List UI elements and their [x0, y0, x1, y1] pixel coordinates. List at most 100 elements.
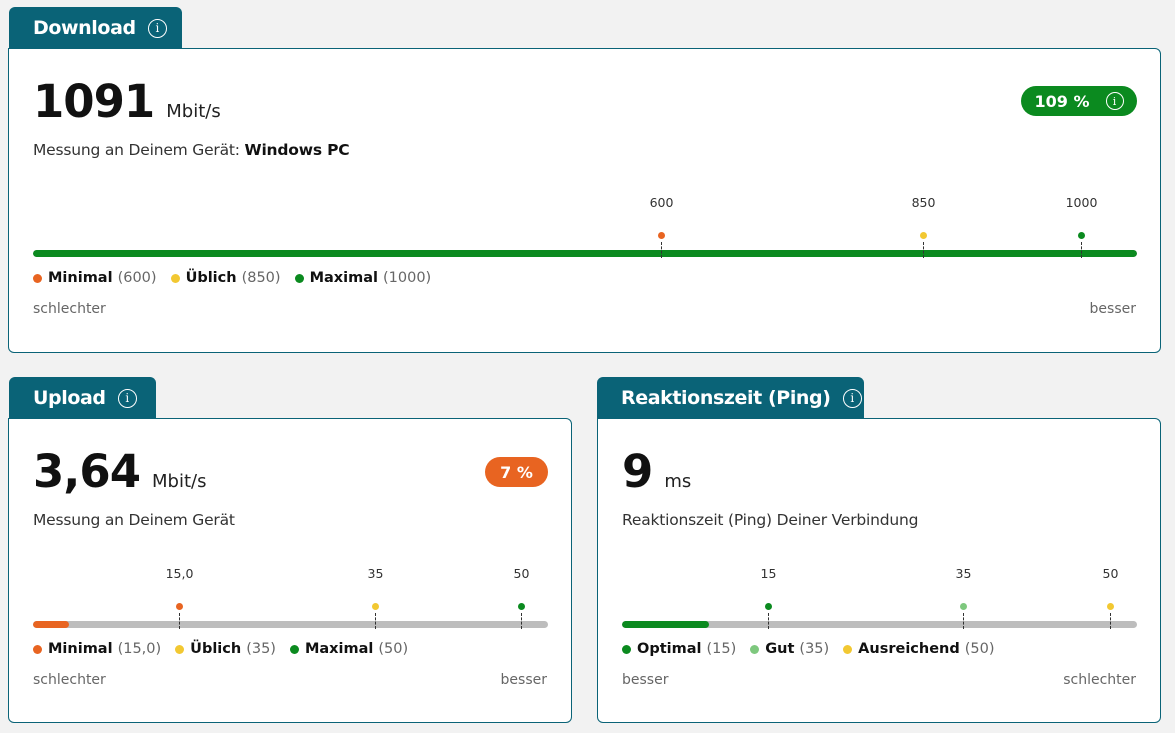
upload-percent: 7 %	[500, 462, 533, 482]
upload-tick-maximal: 50	[513, 566, 530, 581]
download-tick-line	[923, 242, 924, 258]
legend-item: Maximal (1000)	[294, 270, 432, 286]
ping-progress-fill	[622, 621, 709, 628]
legend-dot	[33, 273, 42, 283]
ping-left-label: besser	[622, 672, 669, 688]
ping-tick-line	[1110, 613, 1111, 629]
ping-tick-dot-sufficient	[1107, 603, 1114, 610]
download-tick-maximal: 1000	[1065, 195, 1098, 210]
legend-name: Ausreichend	[858, 641, 960, 657]
ping-tick-sufficient: 50	[1102, 566, 1119, 581]
legend-value: (600)	[117, 270, 157, 286]
upload-description: Messung an Deinem Gerät	[33, 511, 235, 529]
download-tick-typical: 850	[911, 195, 936, 210]
ping-tick-dot-optimal	[765, 603, 772, 610]
upload-left-label: schlechter	[33, 672, 106, 688]
download-legend: Minimal (600) Üblich (850) Maximal (1000…	[33, 270, 445, 286]
upload-percent-badge: 7 %	[485, 457, 548, 487]
upload-right-label: besser	[500, 672, 547, 688]
download-percent-info-icon[interactable]: i	[1105, 92, 1124, 110]
upload-tick-minimal: 15,0	[165, 566, 194, 581]
upload-title: Upload	[33, 387, 106, 409]
download-card: 1091 Mbit/s Messung an Deinem Gerät: Win…	[8, 48, 1161, 353]
ping-tab: Reaktionszeit (Ping) i	[597, 377, 864, 419]
upload-tick-typical: 35	[367, 566, 384, 581]
legend-value: (50)	[964, 641, 995, 657]
upload-value-group: 3,64 Mbit/s	[33, 445, 207, 498]
legend-name: Üblich	[185, 270, 237, 286]
legend-item: Üblich (850)	[170, 270, 281, 286]
upload-info-icon[interactable]: i	[117, 388, 137, 408]
upload-progress-bar	[33, 621, 548, 628]
ping-tick-line	[768, 613, 769, 629]
upload-legend: Minimal (15,0) Üblich (35) Maximal (50)	[33, 641, 422, 657]
legend-name: Üblich	[190, 641, 242, 657]
ping-info-icon[interactable]: i	[842, 388, 862, 408]
download-tick-line	[661, 242, 662, 258]
legend-value: (35)	[246, 641, 276, 657]
download-percent: 109 %	[1034, 91, 1090, 111]
upload-tick-line	[521, 613, 522, 629]
download-unit: Mbit/s	[166, 101, 221, 122]
upload-value: 3,64	[33, 445, 141, 498]
ping-tick-line	[963, 613, 964, 629]
download-description: Messung an Deinem Gerät: Windows PC	[33, 141, 350, 159]
legend-name: Optimal	[637, 641, 702, 657]
legend-name: Gut	[765, 641, 795, 657]
legend-value: (850)	[241, 270, 281, 286]
download-tick-dot-typical	[920, 232, 927, 239]
ping-value-group: 9 ms	[622, 445, 691, 498]
download-tab: Download i	[9, 7, 182, 49]
ping-value: 9	[622, 445, 653, 498]
ping-progress-bar	[622, 621, 1137, 628]
legend-dot	[622, 644, 631, 654]
upload-card: 3,64 Mbit/s Messung an Deinem Gerät 7 % …	[8, 418, 572, 723]
legend-item: Optimal (15)	[622, 641, 736, 657]
ping-legend: Optimal (15) Gut (35) Ausreichend (50)	[622, 641, 1009, 657]
legend-name: Maximal	[309, 270, 378, 286]
legend-dot	[175, 644, 185, 654]
legend-name: Minimal	[48, 641, 113, 657]
legend-name: Maximal	[304, 641, 374, 657]
legend-value: (15,0)	[117, 641, 162, 657]
upload-tab: Upload i	[9, 377, 156, 419]
download-progress-fill	[33, 250, 1137, 257]
download-title: Download	[33, 17, 136, 39]
upload-unit: Mbit/s	[152, 471, 207, 492]
legend-dot	[294, 273, 304, 283]
upload-progress-fill	[33, 621, 70, 628]
download-desc-prefix: Messung an Deinem Gerät:	[33, 141, 240, 159]
upload-tick-dot-minimal	[176, 603, 183, 610]
upload-tick-line	[179, 613, 180, 629]
legend-dot	[289, 644, 299, 654]
ping-tick-dot-good	[960, 603, 967, 610]
ping-tick-optimal: 15	[760, 566, 777, 581]
legend-item: Gut (35)	[750, 641, 829, 657]
upload-tick-dot-maximal	[518, 603, 525, 610]
legend-item: Üblich (35)	[175, 641, 276, 657]
legend-dot	[750, 644, 760, 654]
upload-tick-line	[375, 613, 376, 629]
ping-description: Reaktionszeit (Ping) Deiner Verbindung	[622, 511, 919, 529]
legend-dot	[843, 644, 853, 654]
legend-value: (35)	[799, 641, 830, 657]
download-device: Windows PC	[244, 141, 350, 159]
download-info-icon[interactable]: i	[147, 18, 167, 38]
download-left-label: schlechter	[33, 301, 106, 317]
download-percent-badge: 109 % i	[1021, 86, 1137, 116]
ping-unit: ms	[664, 471, 692, 492]
download-tick-line	[1081, 242, 1082, 258]
legend-value: (1000)	[382, 270, 432, 286]
download-value-group: 1091 Mbit/s	[33, 75, 221, 128]
legend-item: Maximal (50)	[289, 641, 408, 657]
download-tick-dot-minimal	[658, 232, 665, 239]
download-value: 1091	[33, 75, 155, 128]
legend-value: (15)	[706, 641, 737, 657]
upload-tick-dot-typical	[372, 603, 379, 610]
legend-item: Minimal (600)	[33, 270, 157, 286]
download-tick-minimal: 600	[649, 195, 674, 210]
ping-right-label: schlechter	[1063, 672, 1136, 688]
download-progress-bar	[33, 250, 1137, 257]
ping-card: 9 ms Reaktionszeit (Ping) Deiner Verbind…	[597, 418, 1161, 723]
download-right-label: besser	[1089, 301, 1136, 317]
